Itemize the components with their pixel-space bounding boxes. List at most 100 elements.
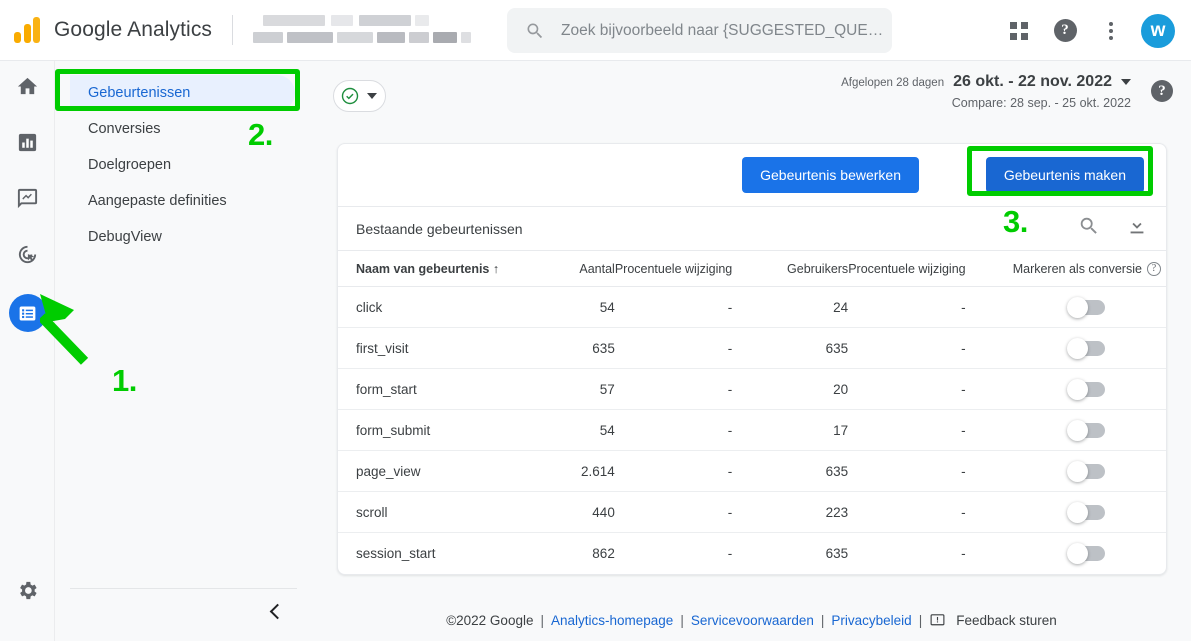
copyright-text: ©2022 Google — [446, 613, 534, 628]
more-vertical-icon[interactable] — [1091, 11, 1131, 51]
top-app-bar: Google Analytics Zoek bijvoorbeeld naar … — [0, 0, 1191, 61]
question-badge-icon[interactable]: ? — [1146, 261, 1161, 276]
footer-separator: | — [918, 613, 923, 628]
footer-link-terms[interactable]: Servicevoorwaarden — [691, 613, 814, 628]
rail-item-reports[interactable] — [0, 117, 55, 173]
rail-item-home[interactable] — [0, 61, 55, 117]
cell-count: 635 — [545, 327, 615, 369]
arrow-up-icon: ↑ — [492, 261, 500, 276]
feedback-label[interactable]: Feedback sturen — [956, 613, 1057, 628]
cell-change-users: - — [848, 450, 1008, 492]
conversion-toggle[interactable] — [1066, 543, 1105, 565]
cell-change-users: - — [961, 545, 966, 561]
conversion-toggle[interactable] — [1066, 419, 1105, 441]
table-row[interactable]: form_submit 54 - 17 - — [338, 409, 1166, 451]
table-row[interactable]: scroll 440 - 223 - — [338, 491, 1166, 533]
table-row[interactable]: session_start 862 - 635 - — [338, 533, 1166, 574]
help-circle-icon[interactable]: ? — [1151, 80, 1173, 102]
cell-conversion-toggle — [1007, 409, 1166, 451]
column-header-change-count[interactable]: Procentuele wijziging — [614, 250, 763, 287]
cell-users: 24 — [762, 286, 849, 328]
cell-users: 635 — [762, 450, 849, 492]
footer-separator: | — [680, 613, 684, 628]
cell-count: 57 — [545, 368, 615, 410]
cell-change-count: - — [614, 450, 763, 492]
annotation-label-step1: 1. — [112, 363, 137, 398]
date-range-value: 26 okt. - 22 nov. 2022 — [953, 73, 1112, 90]
rail-item-advertising[interactable] — [0, 229, 55, 285]
search-icon — [525, 21, 545, 41]
chevron-left-icon — [269, 603, 286, 619]
footer: ©2022 Google | Analytics-homepage | Serv… — [312, 612, 1191, 629]
table-row[interactable]: form_start 57 - 20 - — [338, 368, 1166, 410]
rail-item-settings[interactable] — [0, 573, 55, 613]
account-selector-blurred[interactable] — [251, 13, 481, 47]
rail-item-explore[interactable] — [0, 173, 55, 229]
sidebar-item-label: Conversies — [88, 121, 161, 137]
column-header-count[interactable]: Aantal — [545, 250, 615, 287]
conversion-toggle[interactable] — [1066, 337, 1105, 359]
edit-event-button[interactable]: Gebeurtenis bewerken — [742, 157, 919, 193]
cell-change-users: - — [848, 409, 1008, 451]
column-header-change-users[interactable]: Procentuele wijziging — [848, 250, 1008, 287]
help-circle-icon[interactable]: ? — [1045, 11, 1085, 51]
column-header-mark-conversion: Markeren als conversie ? — [1007, 250, 1166, 287]
annotation-label-step2: 2. — [248, 117, 273, 152]
search-placeholder: Zoek bijvoorbeeld naar {SUGGESTED_QUE… — [561, 21, 884, 39]
cell-conversion-toggle — [1007, 491, 1166, 533]
sidebar-item-aangepaste-definities[interactable]: Aangepaste definities — [70, 183, 295, 219]
sidebar-item-gebeurtenissen[interactable]: Gebeurtenissen — [70, 75, 295, 111]
chevron-down-icon — [1121, 79, 1131, 85]
card-section-header: Bestaande gebeurtenissen — [338, 206, 1166, 250]
cell-conversion-toggle — [1007, 450, 1166, 492]
cell-change-count: - — [614, 491, 763, 533]
date-preset-label: Afgelopen 28 dagen — [841, 77, 945, 89]
date-range-picker[interactable]: Afgelopen 28 dagen 26 okt. - 22 nov. 202… — [841, 73, 1131, 110]
column-label: Naam van gebeurtenis — [356, 261, 490, 276]
cell-conversion-toggle — [1007, 327, 1166, 369]
search-icon[interactable] — [1078, 215, 1100, 242]
table-row[interactable]: page_view 2.614 - 635 - — [338, 450, 1166, 492]
download-icon[interactable] — [1126, 215, 1148, 242]
audience-filter-chip[interactable] — [333, 80, 386, 112]
cell-change-users: - — [848, 327, 1008, 369]
bar-chart-icon — [16, 131, 39, 159]
cell-event-name: session_start — [356, 545, 436, 561]
footer-separator: | — [540, 613, 544, 628]
footer-link-privacy[interactable]: Privacybeleid — [831, 613, 911, 628]
collapse-nav-button[interactable] — [56, 589, 311, 633]
create-event-button[interactable]: Gebeurtenis maken — [985, 157, 1144, 193]
table-row[interactable]: click 54 - 24 - — [338, 286, 1166, 328]
cell-conversion-toggle — [1007, 368, 1166, 410]
cell-event-name: page_view — [338, 450, 546, 492]
cell-users: 635 — [762, 327, 849, 369]
sidebar-item-debugview[interactable]: DebugView — [70, 219, 295, 255]
column-header-users[interactable]: Gebruikers — [762, 250, 849, 287]
column-header-event-name[interactable]: Naam van gebeurtenis ↑ — [338, 250, 546, 287]
table-row[interactable]: first_visit 635 - 635 - — [338, 327, 1166, 369]
rail-item-configure[interactable] — [0, 285, 55, 341]
conversion-toggle[interactable] — [1066, 296, 1105, 318]
cell-change-users: - — [848, 491, 1008, 533]
cell-count: 862 — [592, 545, 615, 561]
annotation-label-step3: 3. — [1003, 204, 1028, 239]
conversion-toggle[interactable] — [1066, 460, 1105, 482]
cell-event-name: form_submit — [338, 409, 546, 451]
cell-count: 54 — [545, 409, 615, 451]
sidebar-item-label: Aangepaste definities — [88, 193, 227, 209]
feedback-icon — [929, 612, 946, 629]
search-input[interactable]: Zoek bijvoorbeeld naar {SUGGESTED_QUE… — [507, 8, 892, 53]
cell-change-users: - — [848, 286, 1008, 328]
cell-count: 2.614 — [545, 450, 615, 492]
cell-change-count: - — [727, 545, 733, 561]
apps-grid-icon[interactable] — [999, 11, 1039, 51]
conversion-toggle[interactable] — [1066, 501, 1105, 523]
cell-conversion-toggle — [1008, 533, 1166, 574]
check-circle-icon — [340, 86, 360, 106]
conversion-toggle[interactable] — [1066, 378, 1105, 400]
avatar[interactable]: w — [1141, 13, 1175, 48]
home-icon — [16, 75, 39, 103]
main-content: Afgelopen 28 dagen 26 okt. - 22 nov. 202… — [312, 61, 1191, 641]
footer-link-analytics-homepage[interactable]: Analytics-homepage — [551, 613, 673, 628]
table-body: click 54 - 24 - first_visit 635 - 635 - — [338, 286, 1166, 574]
